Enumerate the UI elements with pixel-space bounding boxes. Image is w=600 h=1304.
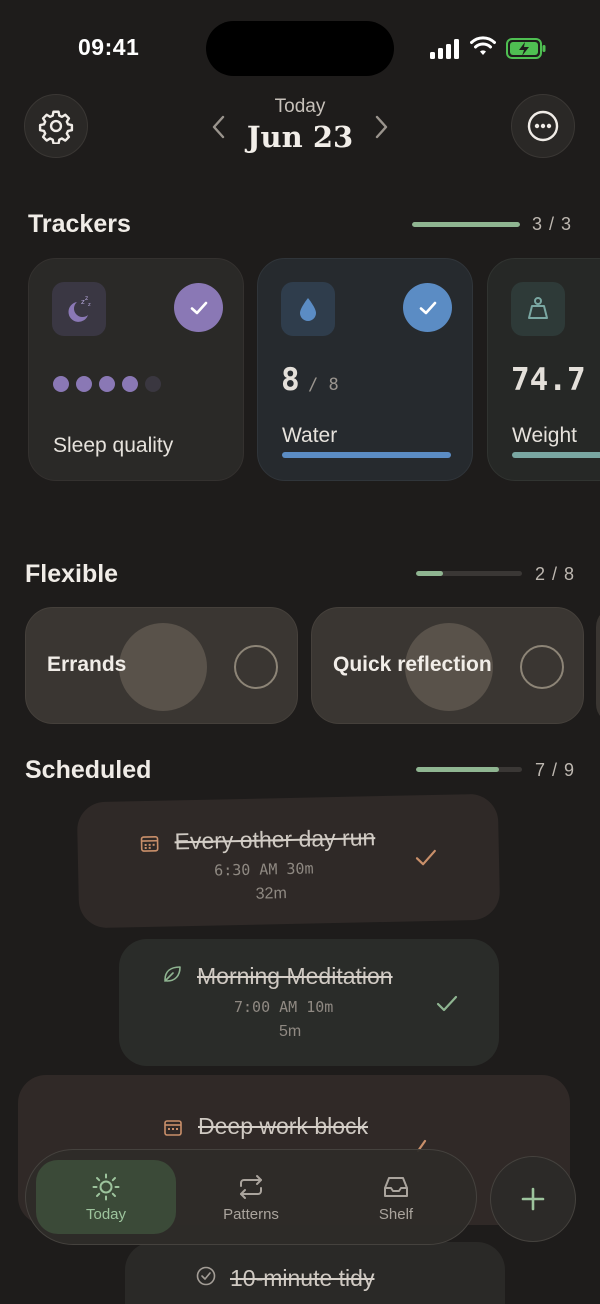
check-circle-icon	[196, 1266, 216, 1286]
cellular-signal-icon	[430, 39, 459, 59]
sleep-done-check[interactable]	[174, 283, 223, 332]
calendar-icon	[164, 1120, 182, 1136]
trackers-title: Trackers	[28, 210, 131, 238]
tab-label: Today	[85, 1205, 127, 1223]
tab-today[interactable]: Today	[36, 1160, 176, 1234]
flexible-progress-bar	[416, 571, 522, 576]
flexible-progress-text: 2 / 8	[535, 564, 576, 584]
repeat-icon	[240, 1174, 262, 1199]
tracker-card-weight[interactable]: 74.7 / Weight	[487, 258, 600, 481]
checkmark-icon	[419, 301, 436, 314]
tab-shelf[interactable]: Shelf	[326, 1160, 466, 1234]
scheduled-title: Deep work block	[198, 1113, 369, 1139]
rating-dot	[76, 376, 92, 392]
sleep-rating-dots	[53, 376, 161, 392]
inbox-icon	[384, 1176, 408, 1197]
tab-label: Patterns	[223, 1205, 279, 1223]
scheduled-progress-bar	[416, 767, 522, 772]
complete-toggle[interactable]	[234, 645, 278, 689]
scheduled-duration: 32m	[255, 885, 287, 903]
trackers-progress-text: 3 / 3	[532, 214, 573, 234]
flexible-label: Errands	[47, 653, 127, 676]
water-done-check[interactable]	[403, 283, 452, 332]
flexible-card-errands[interactable]: Errands	[25, 607, 298, 724]
scheduled-card-run[interactable]: Every other day run 6:30 AM 30m 32m	[76, 793, 501, 929]
scheduled-title: Every other day run	[174, 824, 376, 855]
gear-icon	[38, 110, 74, 144]
scheduled-progress-text: 7 / 9	[535, 760, 576, 780]
tab-patterns[interactable]: Patterns	[181, 1160, 321, 1234]
rating-dot	[53, 376, 69, 392]
water-progress-bar	[282, 452, 451, 458]
card-highlight	[119, 623, 207, 711]
weight-progress-bar	[512, 452, 600, 458]
dynamic-island	[206, 21, 394, 76]
rating-dot	[99, 376, 115, 392]
rating-dot	[145, 376, 161, 392]
flexible-label: Quick reflection	[333, 653, 492, 676]
plus-icon	[521, 1187, 545, 1211]
status-time: 09:41	[78, 34, 140, 60]
more-options-button[interactable]	[511, 94, 575, 158]
flexible-card-quick-reflection[interactable]: Quick reflection	[311, 607, 584, 724]
svg-text:z: z	[88, 302, 91, 308]
rating-dot	[122, 376, 138, 392]
tracker-label-weight: Weight	[512, 424, 577, 447]
next-day-button[interactable]	[368, 112, 394, 142]
scale-icon	[528, 297, 548, 319]
moon-zzz-icon: z z z	[68, 295, 91, 322]
scheduled-progress-fill	[416, 767, 499, 772]
scheduled-title: Scheduled	[25, 756, 152, 784]
checkmark-icon[interactable]	[414, 847, 438, 869]
checkmark-icon[interactable]	[435, 993, 459, 1015]
water-value: 8	[281, 362, 300, 398]
sun-icon	[92, 1173, 120, 1200]
scheduled-time: 6:30 AM 30m	[213, 859, 314, 880]
trackers-progress-bar	[412, 222, 520, 227]
water-icon-box	[281, 282, 335, 336]
scheduled-title: Morning Meditation	[197, 963, 393, 989]
battery-charging-icon	[506, 38, 546, 59]
scheduled-time: 7:00 AM 10m	[234, 998, 334, 1016]
sleep-icon-box: z z z	[52, 282, 106, 336]
trackers-progress-fill	[412, 222, 520, 227]
tracker-card-water[interactable]: 8 / 8 Water	[257, 258, 473, 481]
weight-value: 74.7	[511, 362, 586, 398]
scheduled-card-tidy[interactable]: 10-minute tidy	[125, 1242, 505, 1304]
tracker-label-sleep: Sleep quality	[53, 434, 174, 457]
weight-icon-box	[511, 282, 565, 336]
checkmark-icon	[190, 301, 207, 314]
add-button[interactable]	[490, 1156, 576, 1242]
calendar-icon	[140, 835, 159, 852]
water-drop-icon	[300, 298, 316, 321]
scheduled-title: 10-minute tidy	[230, 1265, 375, 1291]
water-goal: / 8	[308, 375, 339, 395]
tracker-label-water: Water	[282, 424, 338, 447]
more-icon	[527, 110, 559, 142]
scheduled-card-meditation[interactable]: Morning Meditation 7:00 AM 10m 5m	[119, 939, 499, 1066]
leaf-icon	[164, 966, 181, 982]
tab-bar: Today Patterns Shelf	[25, 1149, 477, 1245]
tracker-card-sleep[interactable]: z z z Sleep quality	[28, 258, 244, 481]
wifi-icon	[470, 36, 496, 55]
chevron-right-icon	[375, 115, 388, 139]
flexible-progress-fill	[416, 571, 443, 576]
tab-label: Shelf	[378, 1205, 414, 1223]
flexible-card-peek	[596, 607, 600, 724]
svg-text:z: z	[85, 295, 88, 302]
scheduled-duration: 5m	[279, 1023, 302, 1040]
flexible-title: Flexible	[25, 560, 119, 588]
complete-toggle[interactable]	[520, 645, 564, 689]
settings-button[interactable]	[24, 94, 88, 158]
